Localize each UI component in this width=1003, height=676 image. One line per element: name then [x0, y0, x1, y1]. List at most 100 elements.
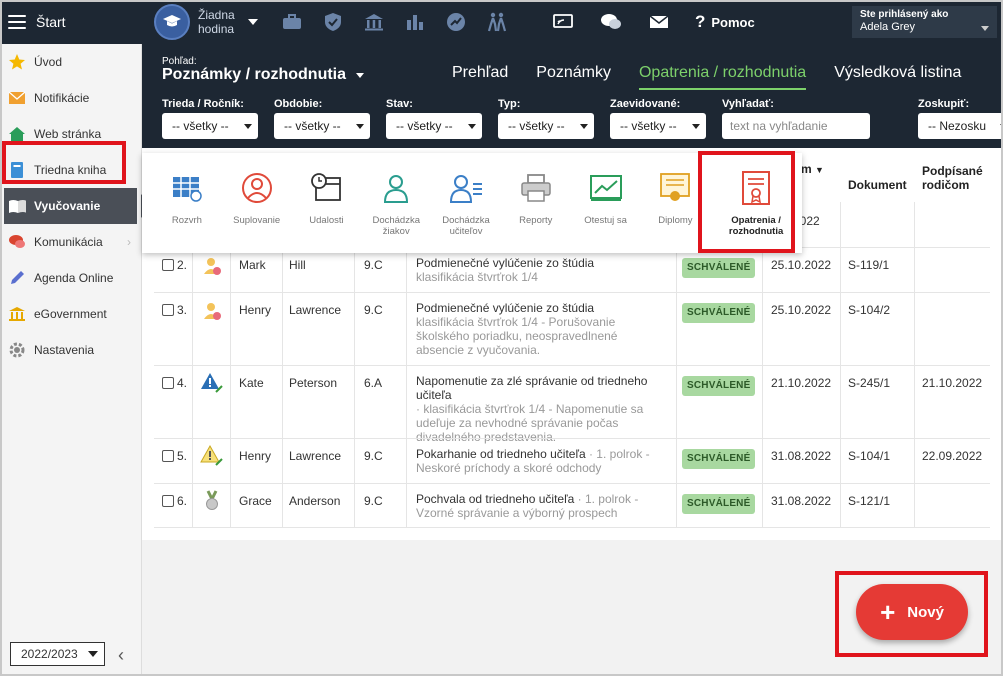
document-link[interactable]: S-121/1	[848, 494, 890, 508]
module-suplovanie[interactable]: Suplovanie	[222, 153, 292, 253]
bar-chart-icon[interactable]	[403, 10, 427, 34]
row-checkbox[interactable]: 2.	[162, 258, 187, 272]
row-number: 6.	[177, 494, 188, 508]
sidebar-item-nastavenia[interactable]: Nastavenia	[0, 332, 141, 368]
date-cell: 31.08.2022	[771, 494, 832, 508]
signed-cell: 21.10.2022	[922, 376, 983, 390]
row-number: 5.	[177, 449, 188, 463]
student-attendance-icon	[379, 171, 413, 205]
sidebar-item-vyucovanie[interactable]: Vyučovanie	[4, 188, 151, 224]
sidebar-item-label: Triedna kniha	[34, 163, 107, 177]
module-label: Dochádzka učiteľov	[442, 215, 490, 237]
status-filter-select[interactable]: -- všetky --	[386, 113, 482, 139]
checkbox[interactable]	[162, 450, 174, 462]
table-row[interactable]: 5. Henry Lawrence 9.C Pokarhanie od trie…	[154, 438, 990, 483]
row-checkbox[interactable]: 6.	[162, 494, 187, 508]
start-menu-button[interactable]: Štart	[0, 0, 142, 44]
checkbox[interactable]	[162, 259, 174, 271]
sidebar-item-triedna-kniha[interactable]: Triedna kniha	[0, 152, 141, 188]
sidebar-item-komunikacia[interactable]: Komunikácia ›	[0, 224, 141, 260]
module-diplomy[interactable]: Diplomy	[640, 153, 710, 253]
document-link[interactable]: S-104/1	[848, 449, 890, 463]
class-filter-select[interactable]: -- všetky --	[162, 113, 258, 139]
module-label: Otestuj sa	[584, 215, 627, 226]
date-cell: 25.10.2022	[771, 258, 832, 272]
tab-opatrenia[interactable]: Opatrenia / rozhodnutia	[638, 64, 807, 90]
first-name: Henry	[239, 449, 272, 463]
sidebar-item-egovernment[interactable]: eGovernment	[0, 296, 141, 332]
table-row[interactable]: 2. Mark Hill 9.C Podmienečné vylúčenie z…	[154, 247, 990, 292]
table-row[interactable]: 6. Grace Anderson 9.C Pochvala od triedn…	[154, 483, 990, 528]
checkbox[interactable]	[162, 495, 174, 507]
measure-cell: Pochvala od triedneho učiteľa · 1. polro…	[416, 492, 666, 520]
signed-column-header[interactable]: Podpísané rodičom	[922, 164, 990, 192]
shield-icon[interactable]	[321, 10, 345, 34]
new-button[interactable]: + Nový	[856, 584, 968, 640]
measure-title: Napomenutie za zlé správanie od triedneh…	[416, 374, 648, 402]
measure-title: Podmienečné vylúčenie zo štúdia	[416, 256, 595, 270]
module-label: Dochádzka žiakov	[372, 215, 420, 237]
module-dochadzka-ziakov[interactable]: Dochádzka žiakov	[361, 153, 431, 253]
sidebar-item-agenda[interactable]: Agenda Online	[0, 260, 141, 296]
module-reporty[interactable]: Reporty	[501, 153, 571, 253]
checkbox[interactable]	[162, 304, 174, 316]
document-link[interactable]: S-245/1	[848, 376, 890, 390]
new-button-label: Nový	[907, 603, 944, 621]
module-otestuj-sa[interactable]: Otestuj sa	[571, 153, 641, 253]
walking-people-icon[interactable]	[485, 10, 509, 34]
building-icon	[8, 305, 26, 323]
sidebar-item-notifikacie[interactable]: Notifikácie	[0, 80, 141, 116]
sidebar-item-uvod[interactable]: Úvod	[0, 44, 141, 80]
lesson-name: Žiadna hodina	[198, 8, 235, 36]
filters: Trieda / Ročník: -- všetky -- Obdobie: -…	[162, 98, 1003, 139]
briefcase-icon[interactable]	[280, 10, 304, 34]
search-input[interactable]: text na vyhľadanie	[722, 113, 870, 139]
table-row[interactable]: 4. Kate Peterson 6.A Napomenutie za zlé …	[154, 365, 990, 444]
chart-circle-icon[interactable]	[444, 10, 468, 34]
tab-prehlad[interactable]: Prehľad	[452, 64, 508, 90]
screen-cast-icon[interactable]	[551, 10, 575, 34]
bank-icon[interactable]	[362, 10, 386, 34]
chevron-down-icon	[580, 123, 588, 129]
group-by-select[interactable]: -- Nezosku	[918, 113, 1003, 139]
tab-poznamky[interactable]: Poznámky	[536, 64, 611, 90]
medal-icon	[204, 490, 220, 515]
sidebar-item-web[interactable]: Web stránka	[0, 116, 141, 152]
diploma-icon	[658, 171, 692, 205]
class-cell: 9.C	[364, 449, 383, 463]
help-label: Pomoc	[711, 14, 755, 30]
module-dropdown: Rozvrh Suplovanie Udalosti Dochádzka žia…	[142, 153, 802, 253]
view-selector[interactable]: Poznámky / rozhodnutia	[162, 66, 365, 84]
lesson-selector[interactable]: Žiadna hodina	[154, 4, 258, 40]
module-opatrenia[interactable]: Opatrenia / rozhodnutia	[710, 153, 802, 253]
row-checkbox[interactable]: 4.	[162, 376, 187, 390]
type-filter-select[interactable]: -- všetky --	[498, 113, 594, 139]
sidebar-item-label: Web stránka	[34, 127, 102, 141]
class-cell: 6.A	[364, 376, 383, 390]
row-checkbox[interactable]: 5.	[162, 449, 187, 463]
last-name: Anderson	[289, 494, 341, 508]
last-name: Lawrence	[289, 303, 342, 317]
sidebar-item-label: eGovernment	[34, 307, 107, 321]
table-row[interactable]: 3. Henry Lawrence 9.C Podmienečné vylúče…	[154, 292, 990, 365]
user-menu[interactable]: Ste prihlásený ako Adela Grey	[852, 6, 997, 38]
period-filter-select[interactable]: -- všetky --	[274, 113, 370, 139]
school-year-select[interactable]: 2022/2023	[10, 642, 105, 666]
row-checkbox[interactable]: 3.	[162, 303, 187, 317]
document-column-header[interactable]: Dokument	[848, 178, 907, 192]
chat-bubbles-icon[interactable]	[599, 10, 623, 34]
recorded-filter-select[interactable]: -- všetky --	[610, 113, 706, 139]
module-udalosti[interactable]: Udalosti	[292, 153, 362, 253]
tab-vysledkova-listina[interactable]: Výsledková listina	[834, 64, 961, 90]
collapse-sidebar-icon[interactable]: ‹	[118, 645, 124, 666]
pen-icon	[8, 269, 26, 287]
module-dochadzka-ucitelov[interactable]: Dochádzka učiteľov	[431, 153, 501, 253]
sidebar: Úvod Notifikácie Web stránka Triedna kni…	[0, 44, 151, 676]
chevron-down-icon	[356, 123, 364, 129]
document-link[interactable]: S-119/1	[848, 258, 889, 272]
document-link[interactable]: S-104/2	[848, 303, 890, 317]
help-button[interactable]: ? Pomoc	[695, 12, 755, 32]
mail-icon[interactable]	[647, 10, 671, 34]
checkbox[interactable]	[162, 377, 174, 389]
module-rozvrh[interactable]: Rozvrh	[152, 153, 222, 253]
